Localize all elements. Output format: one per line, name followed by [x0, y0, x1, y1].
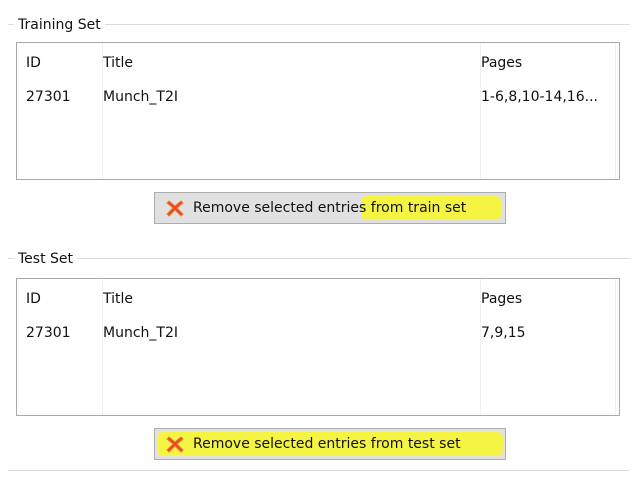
- column-header-id[interactable]: ID: [26, 290, 41, 308]
- cell-id: 27301: [26, 89, 71, 105]
- test-set-group: Test Set ID Title Pages 27301 Munch_T2I …: [8, 248, 630, 470]
- training-set-title: Training Set: [14, 16, 105, 34]
- cell-title: Munch_T2I: [103, 89, 178, 105]
- column-separator: [615, 279, 616, 415]
- remove-from-train-button[interactable]: Remove selected entries from train set: [154, 192, 506, 224]
- red-x-icon: [165, 198, 185, 218]
- test-set-table[interactable]: ID Title Pages 27301 Munch_T2I 7,9,15: [16, 278, 620, 416]
- training-set-table[interactable]: ID Title Pages 27301 Munch_T2I 1-6,8,10-…: [16, 42, 620, 180]
- remove-from-test-label: Remove selected entries from test set: [193, 436, 461, 452]
- column-header-title[interactable]: Title: [103, 290, 133, 308]
- column-header-pages[interactable]: Pages: [481, 290, 522, 308]
- remove-from-train-label: Remove selected entries from train set: [193, 200, 467, 216]
- cell-id: 27301: [26, 325, 71, 341]
- red-x-icon: [165, 434, 185, 454]
- group-divider: [8, 258, 630, 259]
- test-set-title: Test Set: [14, 250, 78, 268]
- column-header-title[interactable]: Title: [103, 54, 133, 72]
- column-header-pages[interactable]: Pages: [481, 54, 522, 72]
- column-separator: [615, 43, 616, 179]
- cell-pages: 7,9,15: [481, 325, 526, 341]
- remove-from-test-button[interactable]: Remove selected entries from test set: [154, 428, 506, 460]
- training-set-group: Training Set ID Title Pages 27301 Munch_…: [8, 0, 630, 240]
- cell-pages: 1-6,8,10-14,16...: [481, 89, 598, 105]
- cell-title: Munch_T2I: [103, 325, 178, 341]
- bottom-divider: [8, 470, 629, 471]
- column-header-id[interactable]: ID: [26, 54, 41, 72]
